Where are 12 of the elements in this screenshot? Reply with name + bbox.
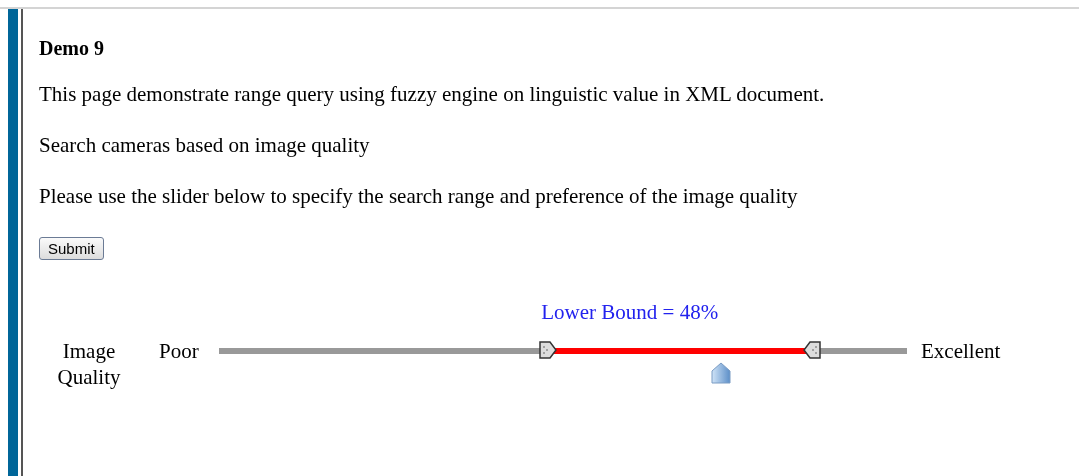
submit-button[interactable]: Submit [39, 237, 104, 260]
upper-handle[interactable] [802, 341, 821, 359]
paragraph: This page demonstrate range query using fuzzy engine on linguistic value in XML document. [39, 82, 826, 107]
max-label: Excellent [921, 338, 1001, 364]
min-label: Poor [159, 338, 200, 364]
preference-handle[interactable] [711, 362, 732, 384]
page-heading: Demo 9 [39, 37, 105, 60]
paragraph: Search cameras based on image quality [39, 133, 371, 158]
slider-label: Image Quality [56, 338, 122, 390]
paragraph: Please use the slider below to specify the search range and preference of the image quality [39, 184, 799, 209]
lower-handle[interactable] [539, 341, 558, 359]
slider-readout: Lower Bound = 48% [541, 300, 719, 325]
